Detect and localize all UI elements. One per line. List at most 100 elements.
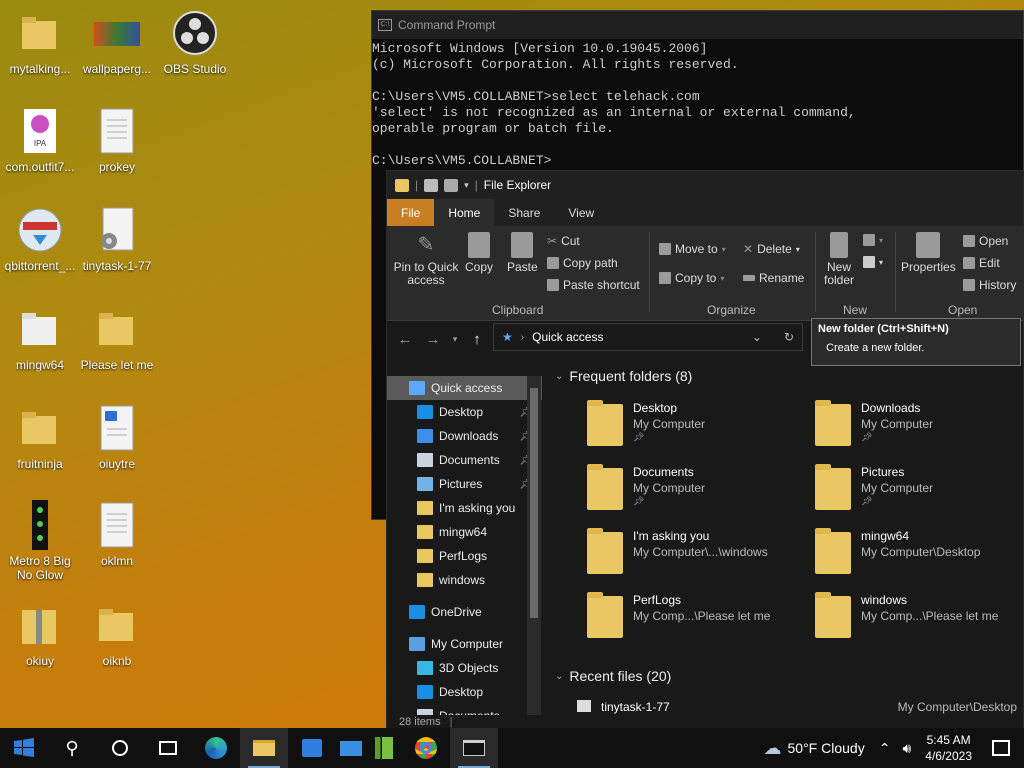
task-view-button[interactable] [144, 728, 192, 768]
nav-item-label: Documents [439, 453, 500, 467]
desktop-icon-ipa[interactable]: IPA com.outfit7... [0, 106, 80, 196]
recent-files-header[interactable]: ⌄ Recent files (20) [555, 668, 671, 684]
nav-item[interactable]: OneDrive [387, 600, 542, 624]
explorer-titlebar[interactable]: | ▾ | File Explorer [387, 171, 1023, 199]
move-to-button[interactable]: Move to ▾ [659, 242, 726, 256]
frequent-folder-tile[interactable]: Documents My Computer 📌︎ [587, 464, 807, 520]
weather-text[interactable]: 50°F Cloudy [788, 740, 865, 756]
forward-arrow-icon[interactable]: → [419, 331, 447, 348]
copy-to-button[interactable]: Copy to ▾ [659, 271, 724, 285]
cut-button[interactable]: ✂ Cut [547, 234, 580, 248]
edge-button[interactable] [192, 728, 240, 768]
tab-share[interactable]: Share [494, 199, 554, 226]
desktop-icon-qbittorrent[interactable]: qbittorrent_... [0, 205, 80, 295]
frequent-folder-tile[interactable]: mingw64 My Computer\Desktop [815, 528, 1023, 584]
back-arrow-icon[interactable]: ← [391, 331, 419, 348]
cortana-button[interactable] [96, 728, 144, 768]
search-button[interactable]: ⚲ [48, 728, 96, 768]
show-hidden-icons-icon[interactable]: ⌃ [879, 740, 891, 757]
tab-file[interactable]: File [387, 199, 435, 226]
scrollbar-thumb[interactable] [530, 388, 538, 618]
address-bar[interactable]: ★ › Quick access ⌄ ↻ [493, 323, 803, 351]
refresh-icon[interactable]: ↻ [784, 330, 794, 344]
address-dropdown-icon[interactable]: ⌄ [752, 330, 762, 344]
copy-path-button[interactable]: Copy path [547, 256, 618, 270]
desktop-icon-wallpaper[interactable]: wallpaperg... [77, 8, 157, 98]
new-item-button[interactable]: ▾ [863, 234, 883, 246]
volume-icon[interactable]: 🔊︎ [902, 740, 911, 757]
tab-view[interactable]: View [554, 199, 608, 226]
file-explorer-taskbar-button[interactable] [240, 728, 288, 768]
edit-button[interactable]: Edit [963, 256, 1000, 270]
pin-quick-access-button[interactable]: ✎ Pin to Quick access [393, 232, 459, 287]
notifications-icon[interactable] [992, 740, 1010, 756]
frequent-folders-header[interactable]: ⌄ Frequent folders (8) [555, 368, 692, 384]
copy-button[interactable]: Copy [465, 232, 493, 274]
recent-file-row[interactable]: tinytask-1-77 My Computer\Desktop [577, 700, 1017, 714]
recent-locations-icon[interactable]: ▾ [447, 334, 463, 345]
desktop-icon-obs[interactable]: OBS Studio [155, 8, 235, 98]
nav-item[interactable]: Desktop [387, 680, 542, 704]
new-folder-quick-icon[interactable] [444, 178, 459, 192]
frequent-folder-tile[interactable]: Desktop My Computer 📌︎ [587, 400, 807, 456]
desktop-icon-please-let-me[interactable]: ⁣Please let me [77, 304, 157, 394]
cmd-output[interactable]: Microsoft Windows [Version 10.0.19045.20… [372, 39, 1023, 169]
nav-item[interactable]: My Computer [387, 632, 542, 656]
rename-button[interactable]: Rename [743, 271, 804, 285]
clock-time: 5:45 AM [926, 733, 971, 747]
store-button[interactable] [288, 728, 336, 768]
nav-item[interactable]: 3D Objects [387, 656, 542, 680]
properties-quick-icon[interactable] [424, 178, 439, 192]
folder-icon [17, 304, 63, 354]
tab-home[interactable]: Home [434, 199, 495, 226]
nav-item[interactable]: Documents 📌︎ [387, 448, 542, 472]
frequent-folder-tile[interactable]: PerfLogs My Comp...\⁣Please let me [587, 592, 807, 648]
desktop-icon-mytalking[interactable]: mytalking... [0, 8, 80, 98]
paste-shortcut-button[interactable]: Paste shortcut [547, 278, 640, 292]
nav-item[interactable]: mingw64 [387, 520, 542, 544]
cmd-prompt: C:\Users\VM5.COLLABNET> [372, 153, 552, 168]
desktop-icon-prokey[interactable]: prokey [77, 106, 157, 196]
nav-item[interactable]: Pictures 📌︎ [387, 472, 542, 496]
navigation-pane-scrollbar[interactable] [527, 376, 541, 716]
desktop-icon-oiuytre[interactable]: oiuytre [77, 403, 157, 493]
nav-item[interactable]: I'm asking you [387, 496, 542, 520]
nav-item[interactable]: Downloads 📌︎ [387, 424, 542, 448]
cmd-titlebar[interactable]: C:\ Command Prompt [372, 11, 1023, 39]
desktop-icon-oklmn[interactable]: oklmn [77, 500, 157, 590]
desktop-icon-oiknb[interactable]: oiknb [77, 600, 157, 690]
file-explorer-window[interactable]: | ▾ | File Explorer File Home Share View… [386, 170, 1024, 730]
desktop-icon-fruitninja[interactable]: fruitninja [0, 403, 80, 493]
tile-path: My Computer [861, 417, 934, 431]
nav-item[interactable]: Desktop 📌︎ [387, 400, 542, 424]
frequent-folder-tile[interactable]: I'm asking you My Computer\...\windows [587, 528, 807, 584]
clock[interactable]: 5:45 AM 4/6/2023 [925, 732, 972, 764]
nav-item[interactable]: PerfLogs [387, 544, 542, 568]
chevron-down-icon: ▾ [879, 257, 884, 267]
customize-toolbar-icon[interactable]: ▾ [464, 180, 469, 191]
chrome-button[interactable] [402, 728, 450, 768]
spreadsheet-button[interactable] [366, 728, 402, 768]
desktop-icon-metro8[interactable]: Metro 8 Big No Glow [0, 500, 80, 590]
nav-item[interactable]: windows [387, 568, 542, 592]
properties-button[interactable]: Properties [901, 232, 956, 274]
frequent-folder-tile[interactable]: Downloads My Computer 📌︎ [815, 400, 1023, 456]
frequent-folder-tile[interactable]: windows My Comp...\⁣Please let me [815, 592, 1023, 648]
new-folder-button[interactable]: New folder [821, 232, 857, 287]
desktop-icon-mingw64[interactable]: mingw64 [0, 304, 80, 394]
desktop-icon-okiuy[interactable]: okiuy [0, 600, 80, 690]
mail-button[interactable] [336, 728, 366, 768]
nav-item[interactable]: Quick access [387, 376, 542, 400]
open-button[interactable]: Open [963, 234, 1008, 248]
cmd-line: C:\Users\VM5.COLLABNET>select telehack.c… [372, 89, 700, 104]
frequent-folder-tile[interactable]: Pictures My Computer 📌︎ [815, 464, 1023, 520]
easy-access-button[interactable]: ▾ [863, 256, 883, 268]
cloud-icon: ☁ [763, 737, 782, 758]
paste-button[interactable]: Paste [507, 232, 538, 274]
delete-button[interactable]: ✕ Delete ▾ [743, 242, 800, 256]
history-button[interactable]: History [963, 278, 1016, 292]
start-button[interactable] [0, 728, 48, 768]
desktop-icon-tinytask[interactable]: tinytask-1-77 [77, 205, 157, 295]
up-arrow-icon[interactable]: ↑ [463, 331, 491, 348]
cmd-taskbar-button[interactable] [450, 728, 498, 768]
